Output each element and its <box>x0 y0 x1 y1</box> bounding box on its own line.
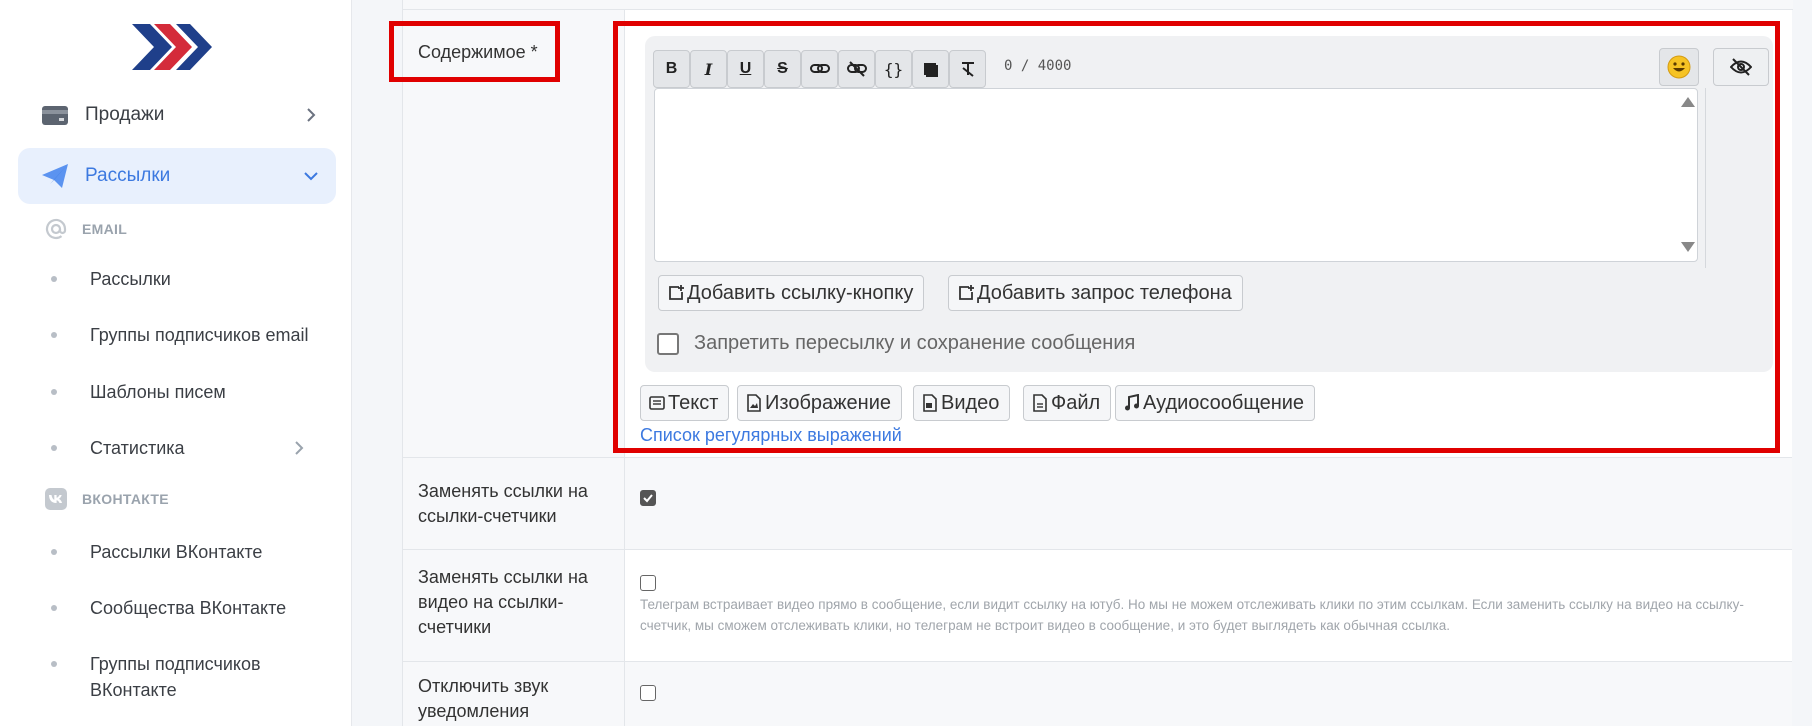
clear-format-button[interactable] <box>949 50 986 88</box>
scroll-up-arrow[interactable] <box>1681 97 1695 107</box>
bullet <box>51 389 57 395</box>
mute-label: Отключить звук уведомления <box>418 676 549 721</box>
sidebar-subitem-label: Сообщества ВКонтакте <box>90 598 287 618</box>
scroll-down-arrow[interactable] <box>1681 242 1695 252</box>
bold-button[interactable]: B <box>653 50 690 88</box>
code-button[interactable]: {} <box>875 50 912 88</box>
spoiler-icon <box>923 63 938 77</box>
code-icon: {} <box>883 59 904 79</box>
replace-links-value-cell <box>625 458 1792 550</box>
vk-icon <box>45 488 67 510</box>
type-audio-button[interactable]: Аудиосообщение <box>1115 385 1316 421</box>
sidebar-subitem-label: Рассылки <box>90 269 171 289</box>
italic-icon: I <box>704 59 713 79</box>
sidebar-item-label: Продажи <box>85 104 165 125</box>
strikethrough-icon: S <box>777 60 788 77</box>
add-link-label: Добавить ссылку-кнопку <box>687 281 914 304</box>
sidebar-item-mailings[interactable]: Рассылки <box>18 148 336 204</box>
content-label: Содержимое * <box>418 42 538 62</box>
spoiler-button[interactable] <box>912 50 949 88</box>
underline-icon: U <box>739 60 752 77</box>
file-icon <box>1033 394 1047 412</box>
sidebar-item-label: Рассылки <box>85 165 171 186</box>
sidebar-section-vk: ВКОНТАКТЕ <box>44 485 169 513</box>
type-image-label: Изображение <box>765 391 891 414</box>
clear-format-icon <box>961 62 974 77</box>
preview-toggle-button[interactable] <box>1713 48 1769 86</box>
mute-value-cell <box>625 662 1792 726</box>
video-file-icon <box>923 394 937 412</box>
bold-icon: B <box>665 60 678 77</box>
mute-label-cell: Отключить звук уведомления <box>403 662 625 726</box>
bullet <box>51 276 57 282</box>
chevron-right-icon <box>295 441 304 455</box>
replace-video-label: Заменять ссылки на видео на ссылки-счетч… <box>418 567 588 637</box>
forbid-forward-checkbox[interactable] <box>657 332 679 355</box>
message-textarea[interactable] <box>654 88 1698 262</box>
smiley-icon <box>1667 55 1691 79</box>
sidebar-subitem-label: Статистика <box>90 438 185 458</box>
divider <box>1705 88 1706 268</box>
eye-slash-icon <box>1730 58 1752 76</box>
type-text-label: Текст <box>668 391 719 414</box>
bullet <box>51 605 57 611</box>
add-link-icon <box>669 285 684 300</box>
bullet <box>51 661 57 667</box>
section-title: ВКОНТАКТЕ <box>82 491 169 507</box>
replace-video-label-cell: Заменять ссылки на видео на ссылки-счетч… <box>403 550 625 662</box>
image-file-icon <box>747 394 761 412</box>
strikethrough-button[interactable]: S <box>764 50 801 88</box>
sidebar: Продажи Рассылки EMAIL Рассылки Группы п… <box>0 0 352 726</box>
section-title: EMAIL <box>82 221 128 237</box>
type-file-button[interactable]: Файл <box>1023 385 1112 421</box>
unlink-button[interactable] <box>838 50 875 88</box>
bullet <box>51 332 57 338</box>
type-audio-label: Аудиосообщение <box>1143 391 1305 414</box>
replace-links-label: Заменять ссылки на ссылки-счетчики <box>418 481 588 526</box>
sidebar-subitem-label: Группы подписчиков ВКонтакте <box>90 654 261 700</box>
sidebar-section-email: EMAIL <box>44 215 127 243</box>
check-icon <box>643 494 653 503</box>
content-label-cell: Содержимое * <box>403 10 625 458</box>
music-note-icon <box>1125 394 1139 411</box>
replace-links-checkbox[interactable] <box>640 490 656 506</box>
chevron-right-icon <box>307 108 316 122</box>
forbid-forward-label: Запретить пересылку и сохранение сообщен… <box>694 332 1136 354</box>
add-link-button[interactable]: Добавить ссылку-кнопку <box>658 275 925 311</box>
add-phone-button[interactable]: Добавить запрос телефона <box>948 275 1243 311</box>
type-video-button[interactable]: Видео <box>913 385 1011 421</box>
link-button[interactable] <box>801 50 838 88</box>
bullet <box>51 549 57 555</box>
type-text-button[interactable]: Текст <box>640 385 730 421</box>
paper-plane-icon <box>42 164 68 188</box>
italic-button[interactable]: I <box>690 50 727 88</box>
text-icon <box>649 396 665 410</box>
replace-video-checkbox[interactable] <box>640 575 656 591</box>
emoji-button[interactable] <box>1659 48 1699 86</box>
chevron-down-icon <box>304 172 318 181</box>
credit-card-icon <box>42 106 68 125</box>
mute-checkbox[interactable] <box>640 685 656 701</box>
type-image-button[interactable]: Изображение <box>737 385 902 421</box>
add-phone-label: Добавить запрос телефона <box>977 281 1232 304</box>
link-icon <box>809 64 830 73</box>
regex-list-link[interactable]: Список регулярных выражений <box>640 425 902 446</box>
add-phone-icon <box>959 285 974 300</box>
sidebar-item-sales[interactable]: Продажи <box>18 87 336 143</box>
bullet <box>51 445 57 451</box>
char-counter: 0 / 4000 <box>1004 58 1072 74</box>
sidebar-subitem-label: Группы подписчиков email <box>90 325 309 345</box>
brand-logo[interactable] <box>132 24 212 70</box>
unlink-icon <box>846 61 867 77</box>
replace-links-label-cell: Заменять ссылки на ссылки-счетчики <box>403 458 625 550</box>
forbid-forward-option[interactable]: Запретить пересылку и сохранение сообщен… <box>657 332 1135 355</box>
sidebar-subitem-label: Шаблоны писем <box>90 382 226 402</box>
replace-video-hint: Телеграм встраивает видео прямо в сообще… <box>640 597 1744 633</box>
sidebar-subitem-label: Рассылки ВКонтакте <box>90 542 263 562</box>
type-video-label: Видео <box>941 391 1000 414</box>
form-top-row <box>403 0 1793 10</box>
at-sign-icon <box>45 218 67 240</box>
underline-button[interactable]: U <box>727 50 764 88</box>
type-file-label: Файл <box>1051 391 1101 414</box>
